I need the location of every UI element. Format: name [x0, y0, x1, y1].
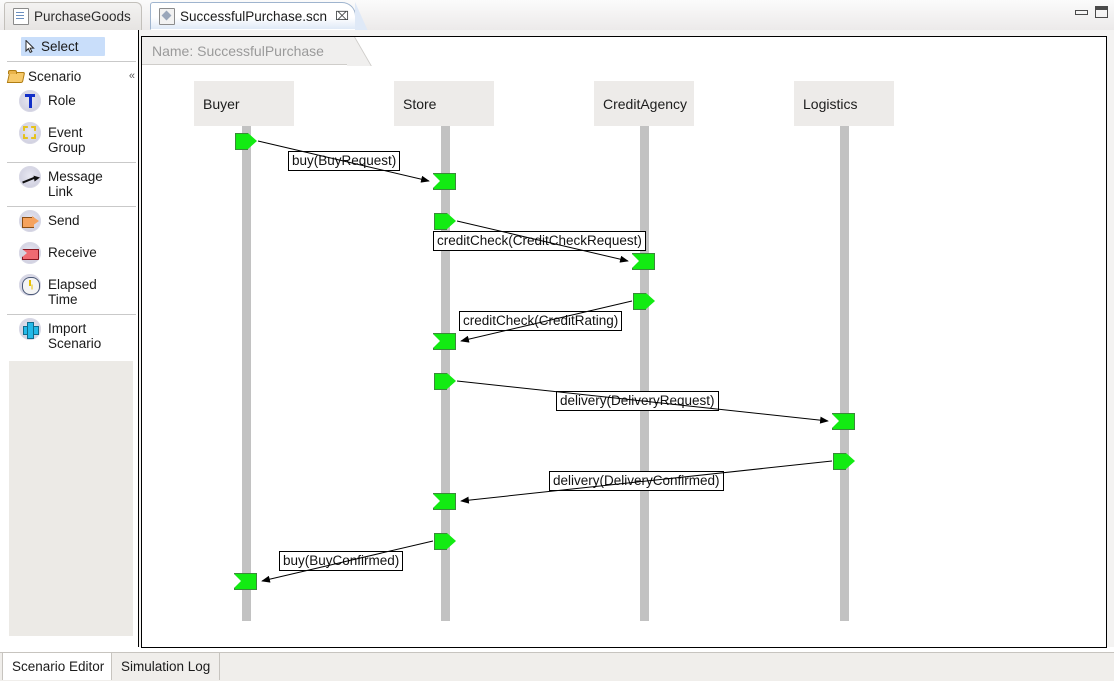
receive-event-store[interactable]	[432, 333, 456, 350]
diagram-name-label: Name: SuccessfulPurchase	[152, 42, 324, 59]
window-controls	[1075, 6, 1108, 18]
document-icon	[13, 8, 29, 25]
palette-item-event-group-label: Event Group	[48, 125, 86, 155]
tab-successful-purchase[interactable]: SuccessfulPurchase.scn ⌧	[150, 2, 368, 31]
message-label[interactable]: buy(BuyConfirmed)	[279, 551, 404, 571]
lifeline-label: Buyer	[203, 95, 240, 112]
receive-event-store[interactable]	[432, 173, 456, 190]
lifeline-head-buyer[interactable]: Buyer	[194, 81, 294, 126]
role-icon	[19, 90, 41, 112]
palette-group-scenario-label: Scenario	[28, 68, 82, 84]
lifeline-label: Logistics	[803, 95, 858, 112]
palette-item-message-link-label: Message Link	[48, 169, 103, 199]
close-icon[interactable]: ⌧	[335, 9, 349, 23]
lifeline-label: Store	[403, 95, 437, 112]
lifeline-bar-logistics[interactable]	[840, 126, 849, 621]
editor-tab-bar: PurchaseGoods SuccessfulPurchase.scn ⌧	[0, 0, 1114, 31]
message-label[interactable]: creditCheck(CreditCheckRequest)	[433, 231, 646, 251]
palette-item-send-label: Send	[48, 213, 80, 228]
palette-tool-select-label: Select	[41, 39, 79, 54]
receive-event-creditagency[interactable]	[631, 253, 655, 270]
view-tab-bar: Scenario Editor Simulation Log	[0, 652, 1114, 681]
lifeline-head-logistics[interactable]: Logistics	[794, 81, 894, 126]
send-icon	[19, 210, 41, 232]
lifeline-label: CreditAgency	[603, 95, 688, 112]
send-event-creditagency[interactable]	[633, 293, 655, 310]
palette-item-receive-label: Receive	[48, 245, 97, 260]
palette-item-import-scenario[interactable]: Import Scenario	[5, 315, 138, 354]
palette-panel: Select Scenario « Role Event Group Messa…	[0, 30, 139, 647]
folder-icon	[8, 70, 23, 82]
chevron-collapse-icon[interactable]: «	[129, 70, 135, 82]
palette-item-elapsed-time-label: Elapsed Time	[48, 277, 97, 307]
message-label[interactable]: delivery(DeliveryRequest)	[556, 391, 719, 411]
editor-canvas-wrapper: Name: SuccessfulPurchase Buyer Store Credi…	[139, 30, 1114, 648]
palette-item-receive[interactable]: Receive	[5, 239, 138, 271]
elapsed-time-icon	[19, 274, 41, 296]
tab-successful-purchase-label: SuccessfulPurchase.scn	[180, 8, 328, 24]
lifeline-bar-creditagency[interactable]	[640, 126, 649, 621]
palette-item-elapsed-time[interactable]: Elapsed Time	[5, 271, 138, 310]
palette-group-scenario[interactable]: Scenario «	[5, 65, 138, 87]
send-event-store[interactable]	[434, 373, 456, 390]
tab-simulation-log[interactable]: Simulation Log	[111, 653, 221, 680]
scenario-icon	[159, 7, 175, 25]
receive-event-store[interactable]	[432, 493, 456, 510]
message-label[interactable]: delivery(DeliveryConfirmed)	[549, 471, 724, 491]
palette-divider	[7, 61, 136, 62]
message-label[interactable]: creditCheck(CreditRating)	[459, 311, 623, 331]
palette-item-role[interactable]: Role	[5, 87, 138, 119]
send-event-logistics[interactable]	[833, 453, 855, 470]
receive-event-buyer[interactable]	[233, 573, 257, 590]
palette-tool-select[interactable]: Select	[21, 37, 105, 56]
palette-item-event-group[interactable]: Event Group	[5, 119, 138, 158]
lifeline-head-creditagency[interactable]: CreditAgency	[594, 81, 694, 126]
receive-icon	[19, 242, 41, 264]
application-window: PurchaseGoods SuccessfulPurchase.scn ⌧ S…	[0, 0, 1114, 681]
palette-item-import-scenario-label: Import Scenario	[48, 321, 102, 351]
import-scenario-icon	[19, 318, 41, 340]
palette-item-send[interactable]: Send	[5, 207, 138, 239]
event-group-icon	[19, 122, 41, 144]
palette-select-row: Select	[5, 36, 138, 57]
diagram-name-tab-slash	[347, 37, 375, 66]
maximize-icon[interactable]	[1095, 6, 1108, 18]
palette-item-message-link[interactable]: Message Link	[5, 163, 138, 202]
send-event-buyer[interactable]	[235, 133, 257, 150]
send-event-store[interactable]	[434, 533, 456, 550]
sequence-diagram-canvas[interactable]: Name: SuccessfulPurchase Buyer Store Credi…	[141, 36, 1107, 648]
cursor-icon	[25, 39, 36, 54]
palette-item-role-label: Role	[48, 93, 76, 108]
send-event-store[interactable]	[434, 213, 456, 230]
lifeline-bar-buyer[interactable]	[242, 126, 251, 621]
receive-event-logistics[interactable]	[831, 413, 855, 430]
tab-simulation-log-label: Simulation Log	[121, 659, 211, 674]
tab-scenario-editor-label: Scenario Editor	[12, 659, 105, 674]
tab-purchase-goods[interactable]: PurchaseGoods	[4, 2, 142, 30]
palette-empty-area	[9, 361, 133, 636]
minimize-icon[interactable]	[1075, 6, 1088, 18]
message-label[interactable]: buy(BuyRequest)	[288, 151, 401, 171]
diagram-name-tab: Name: SuccessfulPurchase	[142, 37, 354, 65]
tab-purchase-goods-label: PurchaseGoods	[34, 9, 131, 24]
lifeline-head-store[interactable]: Store	[394, 81, 494, 126]
message-link-icon	[19, 166, 41, 188]
tab-scenario-editor[interactable]: Scenario Editor	[2, 653, 115, 680]
